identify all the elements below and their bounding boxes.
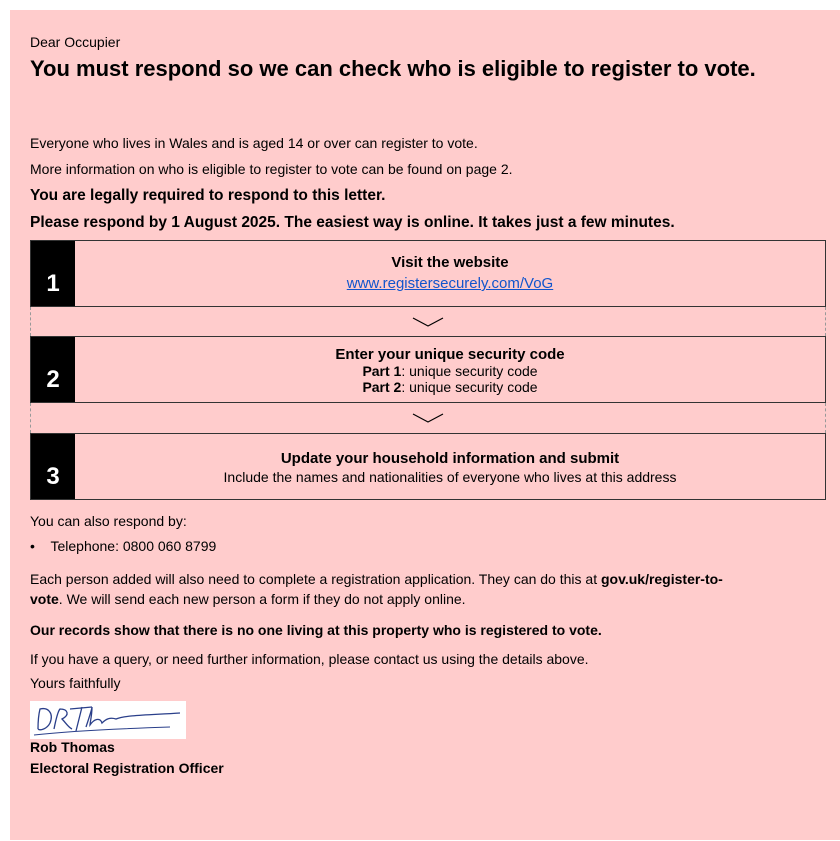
part-2-label: Part 2 — [362, 379, 402, 395]
step-number: 3 — [31, 434, 75, 499]
closing: Yours faithfully — [30, 675, 121, 691]
signature-icon — [33, 706, 181, 736]
signer-title: Electoral Registration Officer — [30, 760, 224, 776]
step-3: 3 Update your household information and … — [30, 433, 826, 500]
signature-image — [30, 701, 186, 739]
more-info-text: More information on who is eligible to r… — [30, 161, 513, 177]
step-2-text: Enter your unique security code Part 1: … — [75, 337, 825, 402]
letter-page: Dear Occupier You must respond so we can… — [10, 10, 840, 840]
legal-requirement: You are legally required to respond to t… — [30, 187, 386, 204]
step-2: 2 Enter your unique security code Part 1… — [30, 336, 826, 403]
bullet: • — [30, 538, 35, 554]
step-3-subtitle: Include the names and nationalities of e… — [223, 469, 677, 485]
part-1-label: Part 1 — [362, 363, 402, 379]
chevron-down-icon — [412, 413, 444, 423]
website-link[interactable]: www.registersecurely.com/VoG — [347, 275, 553, 292]
eligibility-text: Everyone who lives in Wales and is aged … — [30, 135, 478, 151]
registration-paragraph: Each person added will also need to comp… — [30, 569, 750, 609]
records-statement: Our records show that there is no one li… — [30, 622, 602, 638]
para-start: Each person added will also need to comp… — [30, 571, 601, 587]
step-number: 2 — [31, 337, 75, 402]
signer-name: Rob Thomas — [30, 739, 115, 755]
chevron-down-icon — [412, 316, 444, 327]
telephone-text: Telephone: 0800 060 8799 — [50, 538, 217, 554]
connector-1 — [30, 307, 826, 336]
step-1-title: Visit the website — [391, 254, 509, 271]
code-part-1: Part 1: unique security code — [75, 363, 825, 379]
query-text: If you have a query, or need further inf… — [30, 651, 589, 667]
part-1-text: : unique security code — [401, 363, 538, 379]
step-3-title: Update your household information and su… — [280, 450, 620, 467]
para-end: . We will send each new person a form if… — [58, 591, 466, 607]
step-3-text: Update your household information and su… — [75, 434, 825, 499]
step-1: 1 Visit the website www.registersecurely… — [30, 240, 826, 307]
telephone-item: • Telephone: 0800 060 8799 — [30, 538, 216, 554]
alternatives-intro: You can also respond by: — [30, 513, 187, 529]
connector-2 — [30, 403, 826, 433]
greeting: Dear Occupier — [30, 34, 121, 50]
headline: You must respond so we can check who is … — [30, 56, 756, 81]
deadline-text: Please respond by 1 August 2025. The eas… — [30, 214, 675, 231]
step-1-text: Visit the website www.registersecurely.c… — [75, 241, 825, 306]
part-2-text: : unique security code — [401, 379, 538, 395]
code-part-2: Part 2: unique security code — [75, 379, 825, 395]
step-number: 1 — [31, 241, 75, 306]
step-2-title: Enter your unique security code — [335, 346, 565, 363]
